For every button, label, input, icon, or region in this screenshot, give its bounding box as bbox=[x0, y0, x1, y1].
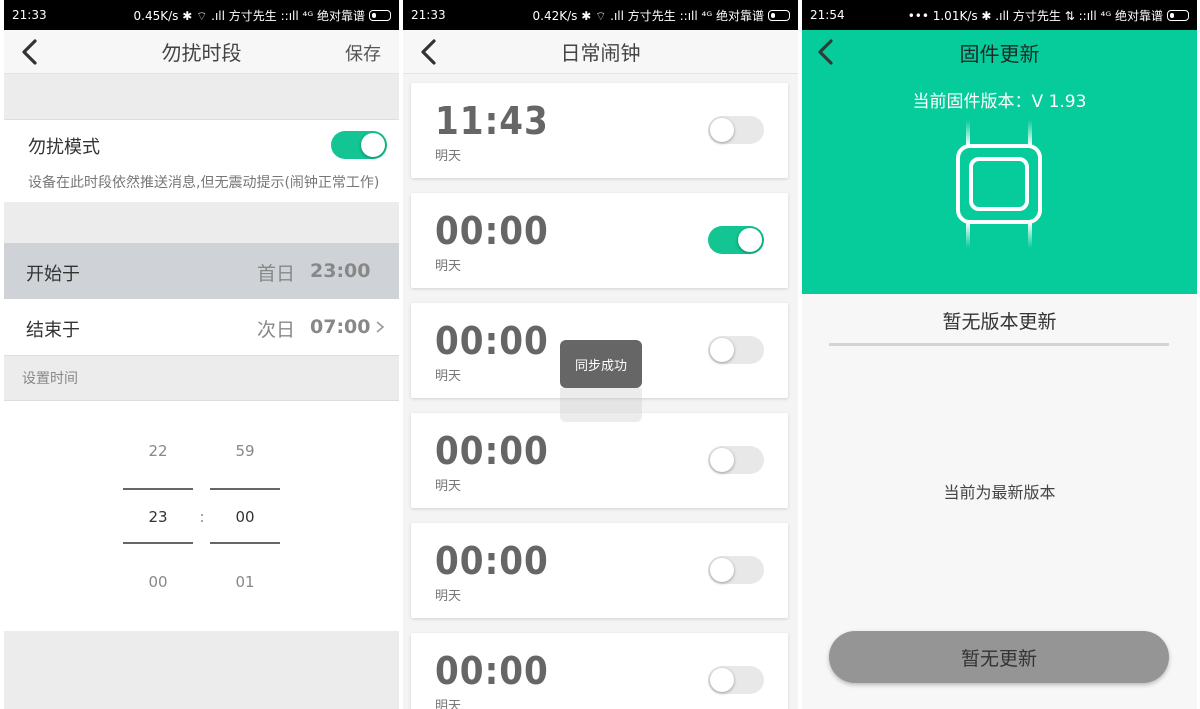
watch-icon bbox=[956, 120, 1042, 248]
hour-prev: 22 bbox=[148, 442, 168, 460]
status-bar: 21:54 ••• 1.01K/s ✱ .ıll 方寸先生 ⇅ ::ıll ⁴ᴳ… bbox=[802, 0, 1197, 30]
alarm-toggle[interactable] bbox=[708, 556, 764, 584]
end-time-row[interactable]: 结束于 次日 07:00 bbox=[4, 299, 399, 356]
section-header: 设置时间 bbox=[4, 356, 399, 401]
progress-bar bbox=[829, 343, 1169, 346]
alarm-card[interactable]: 00:00 明天 bbox=[411, 413, 788, 508]
battery-icon bbox=[1167, 9, 1189, 21]
dnd-mode-description: 设备在此时段依然推送消息,但无震动提示(闹钟正常工作) bbox=[28, 175, 380, 191]
alarm-day: 明天 bbox=[435, 369, 462, 384]
alarm-card[interactable]: 00:00 明天 bbox=[411, 633, 788, 709]
start-time-row[interactable]: 开始于 首日 23:00 bbox=[4, 243, 399, 299]
update-status: 暂无版本更新 bbox=[942, 311, 1057, 333]
chevron-right-icon bbox=[376, 321, 385, 333]
alarm-time: 00:00 bbox=[435, 649, 549, 693]
section-label: 设置时间 bbox=[22, 371, 78, 387]
back-arrow-icon[interactable] bbox=[417, 38, 441, 66]
alarm-time: 00:00 bbox=[435, 319, 549, 363]
alarm-day: 明天 bbox=[435, 479, 462, 494]
status-indicators: 0.45K/s ✱ ⌔ .ıll 方寸先生 ::ıll ⁴ᴳ 绝对靠谱 bbox=[133, 8, 366, 23]
title-bar: 日常闹钟 bbox=[403, 30, 798, 74]
alarm-toggle[interactable] bbox=[708, 226, 764, 254]
dnd-mode-toggle[interactable] bbox=[331, 131, 387, 159]
alarm-time: 00:00 bbox=[435, 209, 549, 253]
time-picker[interactable]: 22 59 23 : 00 00 01 bbox=[4, 401, 399, 631]
sync-toast: 同步成功 bbox=[560, 340, 642, 388]
update-button[interactable]: 暂无更新 bbox=[829, 631, 1169, 683]
picker-divider bbox=[210, 488, 280, 490]
end-time: 07:00 bbox=[310, 316, 371, 338]
end-label: 结束于 bbox=[26, 320, 80, 341]
dnd-mode-row: 勿扰模式 设备在此时段依然推送消息,但无震动提示(闹钟正常工作) bbox=[4, 119, 399, 203]
status-bar: 21:33 0.45K/s ✱ ⌔ .ıll 方寸先生 ::ıll ⁴ᴳ 绝对靠… bbox=[4, 0, 399, 30]
alarm-day: 明天 bbox=[435, 589, 462, 604]
start-day: 首日 bbox=[257, 263, 296, 285]
alarms-screen: 21:33 0.42K/s ✱ ⌔ .ıll 方寸先生 ::ıll ⁴ᴳ 绝对靠… bbox=[403, 0, 798, 709]
page-title: 勿扰时段 bbox=[161, 41, 242, 65]
alarm-day: 明天 bbox=[435, 149, 462, 164]
alarm-card[interactable]: 00:00 明天 bbox=[411, 193, 788, 288]
picker-divider bbox=[123, 542, 193, 544]
toggle-knob bbox=[738, 228, 762, 252]
alarm-day: 明天 bbox=[435, 699, 462, 709]
minute-prev: 59 bbox=[235, 442, 255, 460]
battery-icon bbox=[768, 9, 790, 21]
status-indicators: 0.42K/s ✱ ⌔ .ıll 方寸先生 ::ıll ⁴ᴳ 绝对靠谱 bbox=[532, 8, 765, 23]
alarm-time: 00:00 bbox=[435, 429, 549, 473]
hour-next: 00 bbox=[148, 573, 168, 591]
toggle-knob bbox=[710, 118, 734, 142]
alarm-toggle[interactable] bbox=[708, 336, 764, 364]
toggle-knob bbox=[710, 338, 734, 362]
status-time: 21:33 bbox=[411, 8, 446, 22]
firmware-screen: 21:54 ••• 1.01K/s ✱ .ıll 方寸先生 ⇅ ::ıll ⁴ᴳ… bbox=[802, 0, 1197, 709]
spacer bbox=[4, 74, 399, 119]
end-day: 次日 bbox=[257, 319, 296, 341]
dnd-mode-label: 勿扰模式 bbox=[28, 137, 100, 158]
status-bar: 21:33 0.42K/s ✱ ⌔ .ıll 方寸先生 ::ıll ⁴ᴳ 绝对靠… bbox=[403, 0, 798, 30]
toggle-knob bbox=[710, 668, 734, 692]
battery-icon bbox=[369, 9, 391, 21]
status-indicators: ••• 1.01K/s ✱ .ıll 方寸先生 ⇅ ::ıll ⁴ᴳ 绝对靠谱 bbox=[907, 8, 1163, 23]
page-title: 日常闹钟 bbox=[560, 41, 641, 65]
latest-version-message: 当前为最新版本 bbox=[943, 483, 1056, 502]
alarm-toggle[interactable] bbox=[708, 666, 764, 694]
status-time: 21:54 bbox=[810, 8, 845, 22]
back-arrow-icon[interactable] bbox=[18, 38, 42, 66]
save-button[interactable]: 保存 bbox=[345, 40, 381, 66]
dnd-screen: 21:33 0.45K/s ✱ ⌔ .ıll 方寸先生 ::ıll ⁴ᴳ 绝对靠… bbox=[4, 0, 399, 709]
alarm-card[interactable]: 11:43 明天 bbox=[411, 83, 788, 178]
picker-divider bbox=[123, 488, 193, 490]
alarm-day: 明天 bbox=[435, 259, 462, 274]
alarm-time: 00:00 bbox=[435, 539, 549, 583]
alarm-card[interactable]: 00:00 明天 bbox=[411, 523, 788, 618]
current-version: 当前固件版本：V 1.93 bbox=[912, 92, 1087, 112]
alarm-toggle[interactable] bbox=[708, 446, 764, 474]
start-label: 开始于 bbox=[26, 264, 80, 285]
minute-wheel[interactable]: 00 bbox=[210, 508, 280, 526]
status-time: 21:33 bbox=[12, 8, 47, 22]
title-bar: 勿扰时段 保存 bbox=[4, 30, 399, 74]
toggle-knob bbox=[710, 448, 734, 472]
firmware-header: 固件更新 当前固件版本：V 1.93 bbox=[802, 30, 1197, 294]
page-title: 固件更新 bbox=[959, 42, 1040, 66]
toggle-knob bbox=[710, 558, 734, 582]
toggle-knob bbox=[361, 133, 385, 157]
minute-next: 01 bbox=[235, 573, 255, 591]
spacer bbox=[4, 631, 399, 709]
start-time: 23:00 bbox=[310, 260, 371, 282]
alarm-time: 11:43 bbox=[435, 99, 549, 143]
toast-shadow bbox=[560, 388, 642, 422]
picker-divider bbox=[210, 542, 280, 544]
alarm-toggle[interactable] bbox=[708, 116, 764, 144]
spacer bbox=[4, 202, 399, 244]
